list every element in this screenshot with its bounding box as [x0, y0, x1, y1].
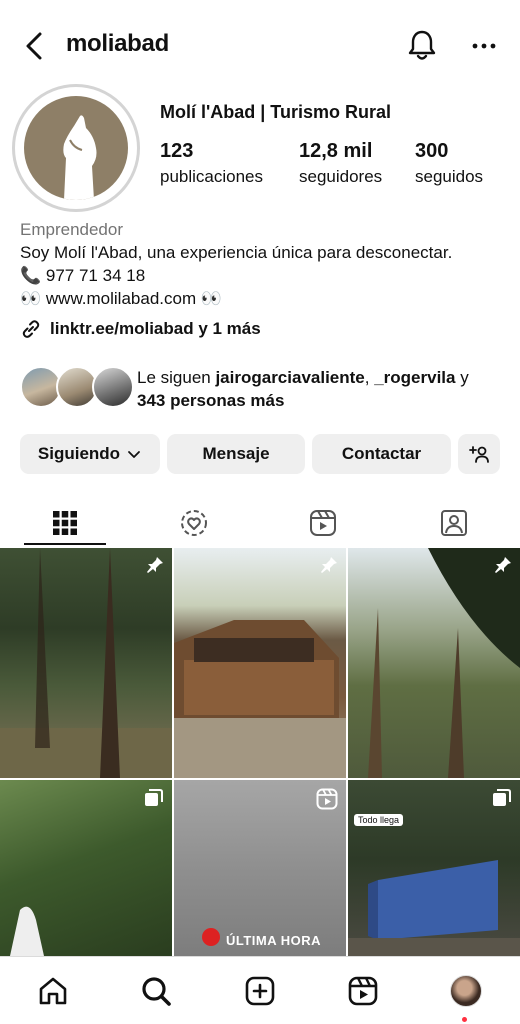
reels-icon: [348, 976, 378, 1006]
stat-followers-label: seguidores: [299, 167, 383, 186]
profile-link-text: linktr.ee/moliabad y 1 más: [50, 319, 261, 338]
bell-icon: [408, 30, 436, 60]
bottom-navigation: [0, 956, 520, 1024]
profile-avatar: [450, 975, 482, 1007]
tab-tagged[interactable]: [404, 498, 504, 548]
nav-search[interactable]: [136, 971, 176, 1011]
post-thumbnail[interactable]: [348, 548, 520, 778]
following-button[interactable]: Siguiendo: [20, 434, 160, 474]
notifications-button[interactable]: [406, 28, 438, 62]
profile-display-name: Molí l'Abad | Turismo Rural: [160, 102, 391, 122]
post-thumbnail[interactable]: ÚLTIMA HORA: [174, 780, 346, 956]
logo-silhouette: [63, 115, 97, 200]
pin-icon: [146, 556, 164, 579]
post-thumbnail[interactable]: Todo llega: [348, 780, 520, 956]
message-button[interactable]: Mensaje: [167, 434, 305, 474]
stat-following-label: seguidos: [415, 167, 484, 186]
post-tag-label: Todo llega: [354, 814, 404, 826]
profile-avatar: [24, 96, 128, 200]
followed-by-user-2[interactable]: _rogervila: [374, 368, 455, 387]
chevron-down-icon: [128, 451, 140, 458]
profile-category: Emprendedor: [20, 220, 124, 239]
notification-dot: [462, 1017, 467, 1022]
create-icon: [245, 976, 275, 1006]
stat-followers[interactable]: 12,8 mil seguidores: [299, 140, 382, 187]
carousel-icon: [492, 788, 512, 813]
followed-by-text: Le siguen jairogarciavaliente, _rogervil…: [137, 366, 469, 412]
record-icon: [202, 928, 220, 946]
more-options-button[interactable]: [470, 36, 498, 56]
profile-tabs: [0, 498, 520, 548]
nav-reels[interactable]: [343, 971, 383, 1011]
followed-by[interactable]: Le siguen jairogarciavaliente, _rogervil…: [20, 366, 510, 410]
profile-avatar-ring[interactable]: [12, 84, 140, 212]
post-thumbnail[interactable]: [0, 780, 172, 956]
stat-posts[interactable]: 123 publicaciones: [160, 140, 263, 187]
contact-button[interactable]: Contactar: [312, 434, 451, 474]
link-icon: [22, 320, 40, 338]
tab-reposts[interactable]: [144, 498, 244, 548]
post-news-label: ÚLTIMA HORA: [226, 933, 322, 948]
carousel-icon: [144, 788, 164, 813]
followed-by-prefix: Le siguen: [137, 368, 216, 387]
active-tab-indicator: [24, 543, 106, 545]
followed-by-user-1[interactable]: jairogarciavaliente: [215, 368, 364, 387]
followed-by-middle: y: [455, 368, 469, 387]
following-button-label: Siguiendo: [37, 444, 121, 463]
bio-line-1: Soy Molí l'Abad, una experiencia única p…: [20, 243, 453, 262]
stat-posts-value: 123: [160, 140, 194, 162]
profile-actions: Siguiendo Mensaje Contactar: [20, 434, 500, 474]
add-person-icon: [469, 446, 489, 463]
stat-followers-value: 12,8 mil: [299, 140, 373, 162]
top-bar: moliabad: [0, 0, 520, 90]
stat-following-value: 300: [415, 140, 449, 162]
chevron-left-icon: [26, 32, 42, 60]
stat-following[interactable]: 300 seguidos: [415, 140, 483, 187]
tab-posts-grid[interactable]: [15, 498, 115, 548]
profile-link[interactable]: linktr.ee/moliabad y 1 más: [20, 318, 261, 340]
nav-home[interactable]: [33, 971, 73, 1011]
post-thumbnail[interactable]: [0, 548, 172, 778]
pin-icon: [494, 556, 512, 579]
profile-username: moliabad: [66, 30, 169, 57]
grid-icon: [53, 511, 77, 535]
reposts-icon: [181, 510, 207, 536]
tagged-icon: [441, 510, 467, 536]
back-button[interactable]: [22, 28, 50, 64]
nav-profile[interactable]: [446, 971, 486, 1011]
post-thumbnail[interactable]: [174, 548, 346, 778]
pin-icon: [320, 556, 338, 579]
reel-icon: [316, 788, 338, 815]
nav-create[interactable]: [240, 971, 280, 1011]
home-icon: [39, 977, 67, 1005]
more-horizontal-icon: [472, 43, 496, 49]
followed-by-others[interactable]: 343 personas más: [137, 391, 284, 410]
stat-posts-label: publicaciones: [160, 167, 264, 186]
bio-line-3: 👀 www.molilabad.com 👀: [20, 289, 222, 308]
search-icon: [142, 977, 171, 1006]
suggested-users-button[interactable]: [458, 434, 500, 474]
follower-avatar: [92, 366, 134, 408]
reels-icon: [310, 510, 336, 536]
bio-line-2: 📞 977 71 34 18: [20, 266, 146, 285]
posts-grid: ÚLTIMA HORA Todo llega: [0, 548, 520, 956]
profile-bio: Emprendedor Soy Molí l'Abad, una experie…: [20, 218, 510, 310]
tab-reels[interactable]: [273, 498, 373, 548]
followed-by-separator: ,: [364, 368, 375, 387]
